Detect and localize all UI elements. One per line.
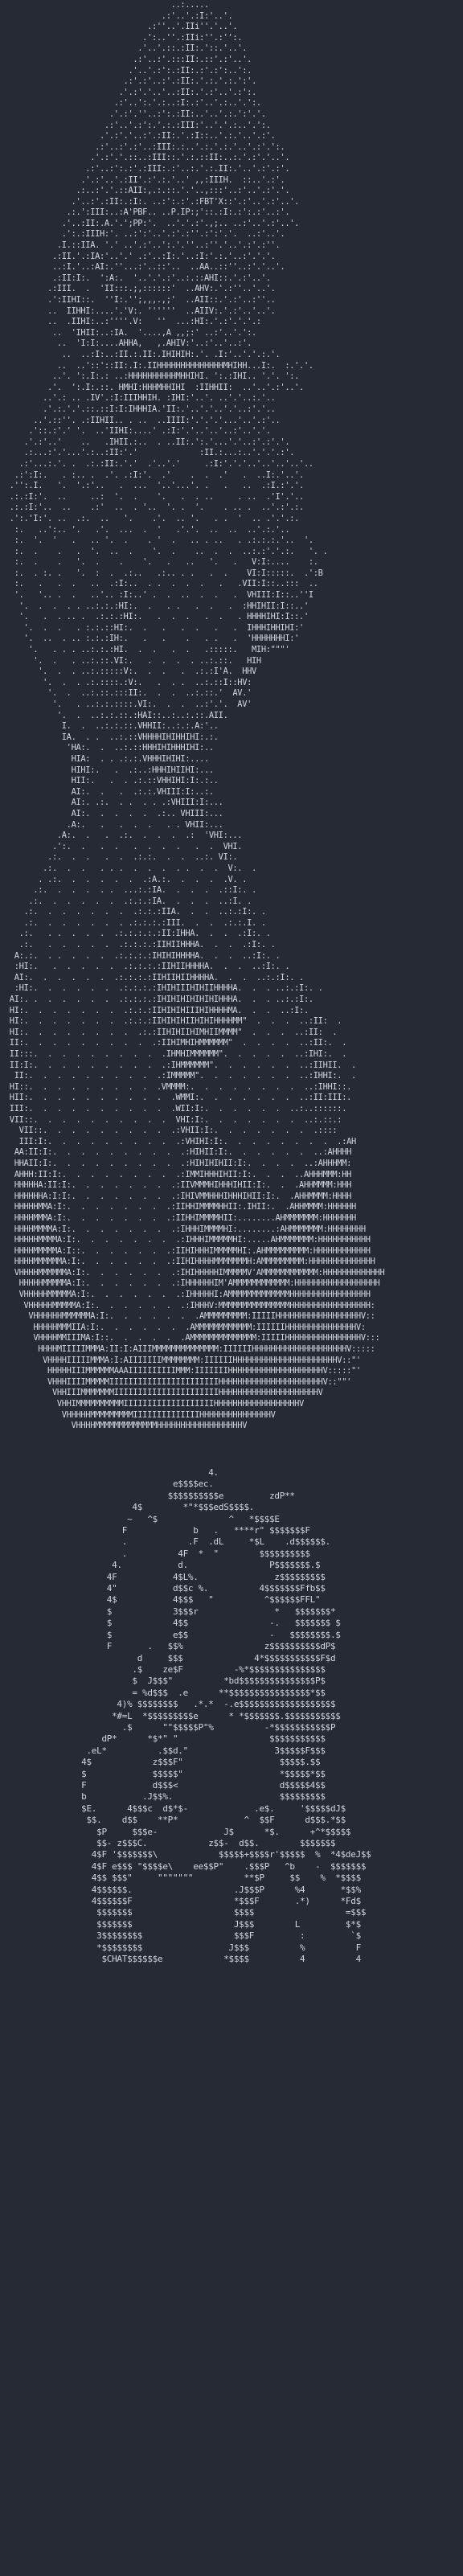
ascii-art-woman-figure: ..:..... .:'..'.:I:'..'. .:''..'.IIi''.'… bbox=[9, 0, 385, 1431]
ascii-art-stacked-glyphs: 4. e$$$$ec. $$$$$$$$$$e zdP** 4$ *"*$$$e… bbox=[81, 1467, 371, 1965]
